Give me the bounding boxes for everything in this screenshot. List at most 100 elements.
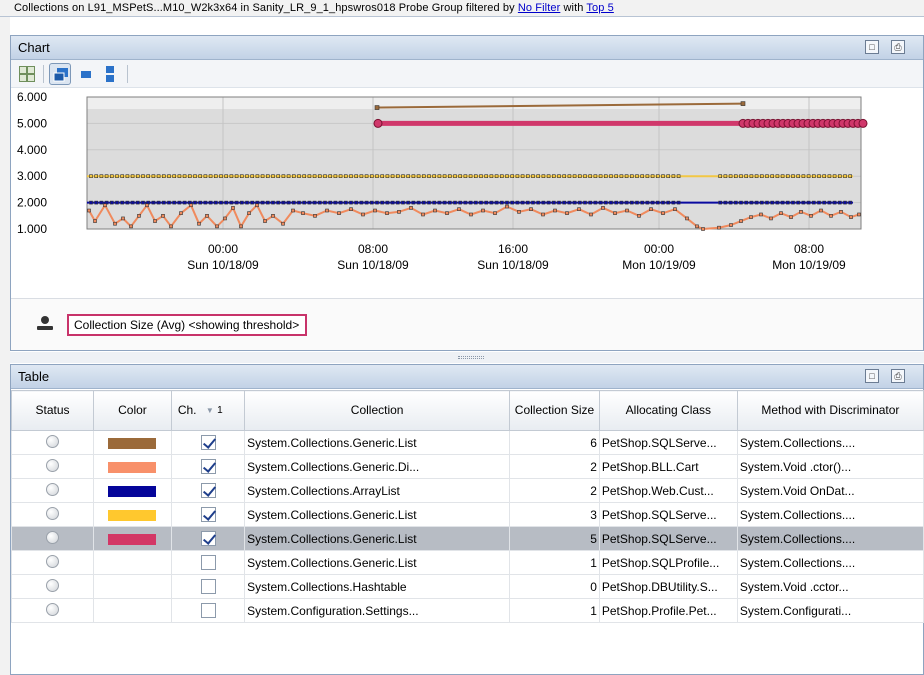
maximize-button[interactable]: □ bbox=[865, 369, 879, 383]
overlay-view-icon[interactable] bbox=[49, 63, 71, 85]
color-cell[interactable] bbox=[93, 502, 172, 527]
color-cell[interactable] bbox=[93, 478, 172, 503]
series-point bbox=[676, 200, 681, 205]
pin-button[interactable]: ⎙ bbox=[891, 40, 905, 54]
series-point bbox=[250, 174, 254, 178]
series-point bbox=[848, 200, 853, 205]
series-point bbox=[759, 200, 764, 205]
table-row[interactable]: System.Collections.Generic.List 5 PetShop.… bbox=[10, 526, 924, 551]
table-row[interactable]: System.Collections.Generic.List 1 PetShop.… bbox=[10, 550, 924, 575]
series-point bbox=[373, 208, 377, 213]
series-point bbox=[577, 200, 582, 205]
grid-view-icon[interactable] bbox=[16, 63, 38, 85]
table-row[interactable]: System.Collections.Generic.Di... 2 PetShop… bbox=[10, 454, 924, 479]
show-series-checkbox[interactable] bbox=[200, 579, 216, 595]
stacked-view-icon[interactable] bbox=[99, 63, 121, 85]
series-point bbox=[739, 174, 743, 178]
series-point bbox=[685, 216, 689, 221]
show-series-checkbox[interactable] bbox=[200, 555, 216, 571]
series-point bbox=[728, 174, 733, 178]
series-point bbox=[609, 174, 613, 178]
status-indicator-icon bbox=[46, 530, 60, 544]
series-point bbox=[99, 174, 104, 178]
series-point bbox=[250, 200, 254, 205]
color-cell[interactable] bbox=[93, 430, 172, 455]
color-cell[interactable] bbox=[93, 526, 172, 551]
series-point bbox=[637, 214, 641, 218]
table-row[interactable]: System.Collections.Generic.List 3 PetShop.… bbox=[10, 502, 924, 527]
series-point bbox=[515, 174, 520, 178]
series-point bbox=[369, 200, 374, 205]
series-point bbox=[515, 200, 520, 205]
show-series-checkbox[interactable] bbox=[200, 483, 216, 499]
series-point bbox=[162, 200, 166, 205]
series-point bbox=[593, 174, 598, 178]
series-point bbox=[115, 200, 119, 205]
chart-legend: Collection Size (Avg) <showing threshold… bbox=[11, 298, 923, 350]
series-point bbox=[445, 211, 449, 215]
color-cell[interactable] bbox=[93, 598, 172, 623]
line-chart[interactable]: 6.000 5.000 4.000 3.000 2.000 1.000 00:00 Sun 1… bbox=[11, 89, 923, 297]
color-cell[interactable] bbox=[93, 550, 172, 575]
table-row[interactable]: System.Collections.ArrayList 2 PetShop.Web… bbox=[10, 478, 924, 503]
column-header-allocating-class[interactable]: Allocating Class bbox=[598, 390, 738, 431]
series-point bbox=[266, 174, 270, 178]
series-point bbox=[499, 174, 504, 178]
maximize-button[interactable]: □ bbox=[865, 40, 879, 54]
series-point bbox=[525, 200, 530, 205]
series-point bbox=[375, 174, 379, 178]
series-point bbox=[121, 216, 125, 221]
column-header-color[interactable]: Color bbox=[93, 390, 172, 431]
pin-button[interactable]: ⎙ bbox=[891, 369, 905, 383]
color-cell[interactable] bbox=[93, 574, 172, 599]
series-point bbox=[468, 200, 473, 205]
series-point bbox=[701, 227, 705, 231]
show-series-checkbox[interactable] bbox=[200, 459, 216, 475]
series-point bbox=[728, 200, 733, 205]
table-row[interactable]: System.Configuration.Settings... 1 PetShop… bbox=[10, 598, 924, 623]
single-view-icon[interactable] bbox=[75, 63, 97, 85]
series-point bbox=[822, 174, 827, 178]
column-header-collection[interactable]: Collection bbox=[244, 390, 511, 431]
legend-label[interactable]: Collection Size (Avg) <showing threshold… bbox=[67, 314, 308, 336]
method-cell: System.Void .ctor()... bbox=[736, 454, 924, 479]
series-point bbox=[562, 174, 567, 178]
series-point bbox=[809, 214, 813, 218]
series-point bbox=[437, 200, 442, 205]
series-point bbox=[601, 206, 605, 210]
series-point bbox=[421, 200, 426, 205]
series-point bbox=[640, 200, 645, 205]
series-point bbox=[406, 200, 411, 205]
no-filter-link[interactable]: No Filter bbox=[518, 2, 560, 14]
series-point bbox=[453, 200, 457, 205]
series-point bbox=[317, 200, 322, 205]
top5-link[interactable]: Top 5 bbox=[586, 2, 613, 14]
show-series-checkbox[interactable] bbox=[200, 531, 216, 547]
series-point bbox=[390, 174, 395, 178]
panel-splitter[interactable] bbox=[10, 352, 924, 363]
column-header-collection-size[interactable]: Collection Size bbox=[509, 390, 600, 431]
show-series-checkbox[interactable] bbox=[200, 507, 216, 523]
splitter-grip[interactable] bbox=[458, 356, 484, 359]
table-row[interactable]: System.Collections.Hashtable 0 PetShop.DBU… bbox=[10, 574, 924, 599]
show-series-checkbox[interactable] bbox=[200, 603, 216, 619]
series-point bbox=[718, 174, 723, 178]
show-series-checkbox[interactable] bbox=[200, 435, 216, 451]
series-point bbox=[234, 174, 239, 178]
allocating-class-cell: PetShop.Web.Cust... bbox=[598, 478, 738, 503]
series-point bbox=[822, 200, 827, 205]
x-tick-day: Sun 10/18/09 bbox=[477, 258, 549, 272]
series-point bbox=[739, 219, 743, 223]
series-point bbox=[661, 200, 665, 205]
series-point bbox=[839, 210, 843, 214]
series-point bbox=[718, 200, 723, 205]
table-row[interactable]: System.Collections.Generic.List 6 PetShop.… bbox=[10, 430, 924, 455]
series-point bbox=[416, 200, 421, 205]
column-header-method[interactable]: Method with Discriminator bbox=[736, 390, 924, 431]
color-cell[interactable] bbox=[93, 454, 172, 479]
column-header-checked[interactable]: Ch. ▼ 1 bbox=[170, 390, 246, 431]
series-point bbox=[87, 208, 91, 213]
series-point bbox=[110, 174, 114, 178]
series-point bbox=[645, 200, 650, 205]
column-header-status[interactable]: Status bbox=[10, 390, 95, 431]
